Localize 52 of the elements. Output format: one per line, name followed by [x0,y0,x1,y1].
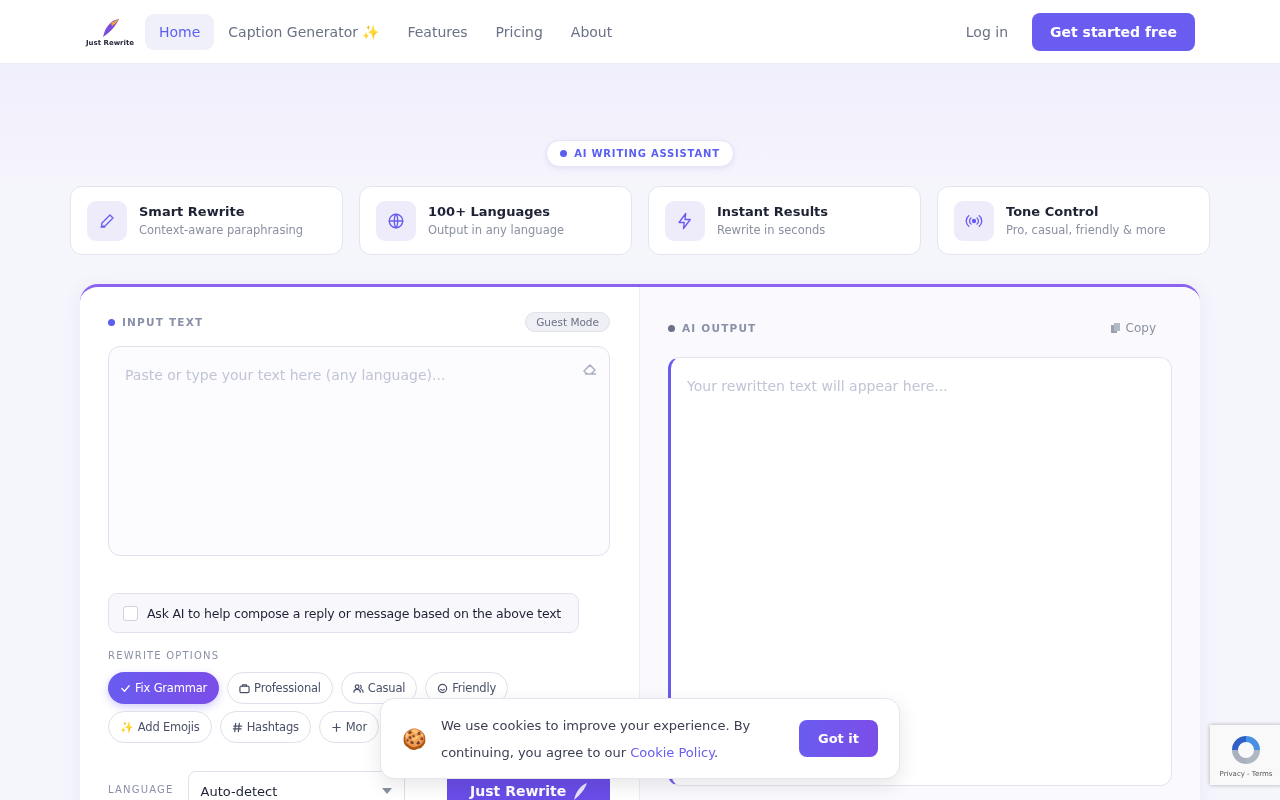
sparkles-icon: ✨ [120,720,134,734]
nav-link[interactable]: Home [145,13,215,50]
feature-subtitle: Pro, casual, friendly & more [1006,223,1166,237]
status-dot [668,324,675,332]
checkbox[interactable] [123,605,138,621]
feature-title: 100+ Languages [428,204,552,219]
globe-icon [387,211,405,230]
smile-icon [437,682,449,694]
option-chip[interactable]: ✨ Add Emojis [108,711,212,743]
mode-badge: Guest Mode [525,312,610,332]
feature-subtitle: Context-aware paraphrasing [139,223,304,237]
feature-subtitle: Rewrite in seconds [717,223,827,237]
copy-button[interactable]: Copy [1103,320,1162,336]
feature-subtitle: Output in any language [428,223,565,237]
check-icon [120,682,131,694]
accept-button[interactable]: Got it [799,720,878,757]
option-chip[interactable]: Casual [340,672,418,704]
badge: AI WRITING ASSISTANT [546,140,734,167]
briefcase-icon [239,682,251,694]
people-icon [352,682,364,694]
checkbox-label: Ask AI to help compose a reply or message based on the above text [147,605,562,621]
nav-link[interactable]: About [556,13,627,50]
status-dot [108,318,115,326]
placeholder-text: Paste or type your text here (any language)... [125,367,446,383]
language-label: LANGUAGE [108,783,174,795]
nav-link[interactable]: Caption Generator ✨ [214,13,394,50]
feather-icon [574,782,588,800]
compose-option[interactable]: Ask AI to help compose a reply or message based on the above text [108,593,579,633]
nav-link[interactable]: Features [393,13,482,50]
nav-link[interactable]: Pricing [481,13,557,50]
feature-title: Tone Control [1006,204,1100,219]
login-link[interactable]: Log in [965,23,1008,40]
cookie-policy-link[interactable]: Cookie Policy [630,744,714,760]
cookie-message: We use cookies to improve your experience. By continuing, you agree to our Cookie Policy. [441,716,752,762]
option-chip[interactable]: Mor [318,711,379,743]
placeholder-text: Your rewritten text will appear here... [687,378,948,394]
option-chip[interactable]: Hashtags [219,711,311,743]
feature-title: Instant Results [717,204,829,219]
plus-icon [330,721,342,733]
copy-icon [1109,322,1121,334]
section-label: REWRITE OPTIONS [108,650,221,661]
hash-icon [231,721,243,733]
lightning-icon [676,211,694,230]
eraser-icon[interactable] [583,363,597,375]
cookie-icon: 🍪 [402,726,427,751]
get-started-button[interactable]: Get started free [1032,12,1195,51]
section-label: INPUT TEXT [122,316,204,328]
option-chip[interactable]: Fix Grammar [108,672,220,704]
feature-title: Smart Rewrite [139,204,246,219]
option-chip[interactable]: Professional [227,672,333,704]
caret-icon [382,788,393,794]
section-label: AI OUTPUT [682,322,757,334]
